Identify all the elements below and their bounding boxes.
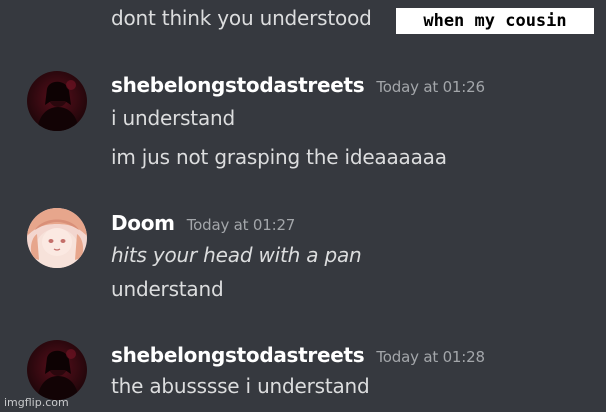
message-text: hits your head with a pan (111, 243, 362, 267)
pink-anime-girl-icon (27, 208, 87, 268)
dark-red-portrait-icon (27, 340, 87, 400)
timestamp: Today at 01:28 (376, 348, 485, 366)
username[interactable]: Doom (111, 210, 175, 236)
username[interactable]: shebelongstodastreets (111, 72, 365, 98)
meme-caption: when my cousin (396, 8, 594, 34)
message-text: i understand (111, 106, 235, 130)
watermark: imgflip.com (4, 396, 69, 409)
timestamp: Today at 01:27 (186, 216, 296, 234)
message-text: im jus not grasping the ideaaaaaa (111, 145, 447, 169)
message-header: shebelongstodastreets Today at 01:28 (111, 342, 485, 368)
user-avatar[interactable] (27, 340, 87, 400)
timestamp: Today at 01:26 (376, 78, 485, 96)
username[interactable]: shebelongstodastreets (111, 342, 365, 368)
dark-red-portrait-icon (27, 71, 87, 131)
message-text: the abusssse i understand (111, 374, 370, 398)
message-text: dont think you understood (111, 6, 372, 30)
message-text: understand (111, 277, 224, 301)
user-avatar[interactable] (27, 208, 87, 268)
user-avatar[interactable] (27, 71, 87, 131)
message-header: shebelongstodastreets Today at 01:26 (111, 72, 485, 98)
message-header: Doom Today at 01:27 (111, 210, 295, 236)
chat-messages: dont think you understood when my cousin… (0, 0, 606, 412)
